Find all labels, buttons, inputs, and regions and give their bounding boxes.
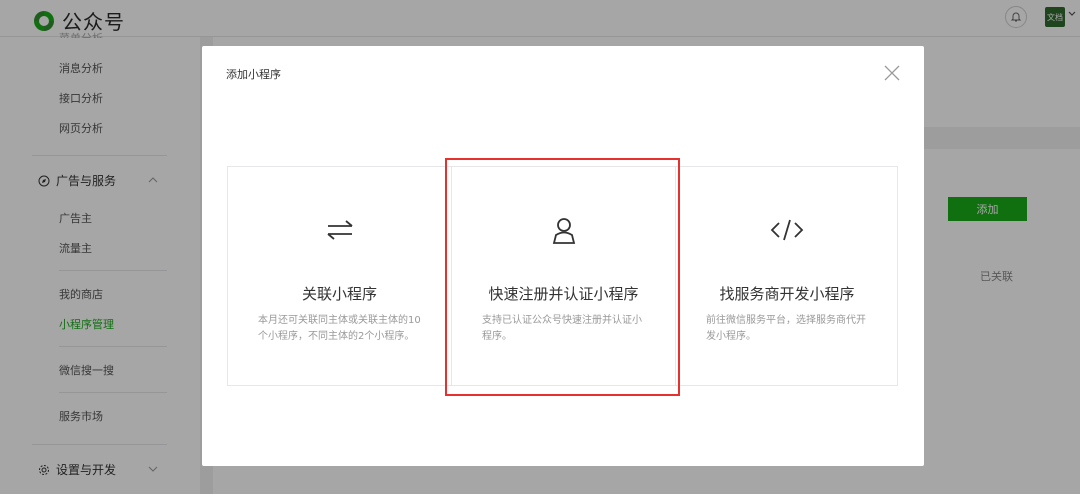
option-description: 本月还可关联同主体或关联主体的10个小程序，不同主体的2个小程序。: [258, 315, 421, 342]
code-icon: [770, 219, 804, 241]
option-description: 前往微信服务平台，选择服务商代开发小程序。: [706, 315, 866, 342]
option-find-developer[interactable]: 找服务商开发小程序 前往微信服务平台，选择服务商代开发小程序。: [676, 167, 898, 385]
option-title: 关联小程序: [301, 285, 377, 303]
highlight-box: [445, 158, 680, 396]
dialog-title: 添加小程序: [226, 68, 281, 81]
option-link-miniprogram[interactable]: 关联小程序 本月还可关联同主体或关联主体的10个小程序，不同主体的2个小程序。: [228, 167, 451, 385]
option-title: 找服务商开发小程序: [719, 285, 855, 303]
link-arrows-icon: [326, 220, 353, 240]
close-icon[interactable]: [882, 63, 902, 83]
